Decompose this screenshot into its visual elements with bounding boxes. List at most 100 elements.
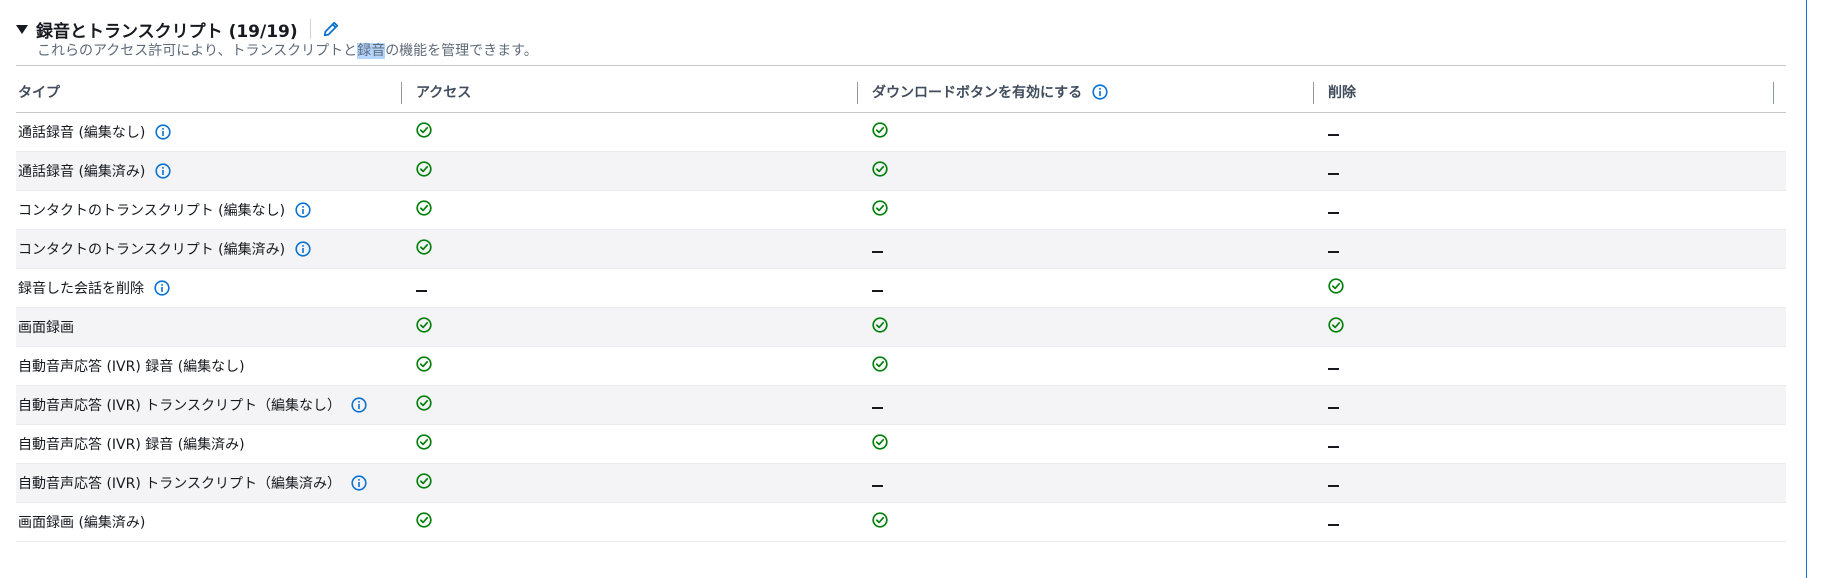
dash-icon — [872, 290, 883, 292]
cell-delete — [1326, 151, 1786, 191]
dash-icon — [1328, 251, 1339, 253]
column-header-label: 削除 — [1328, 85, 1356, 101]
caret-down-icon[interactable] — [16, 24, 28, 34]
dash-icon — [416, 290, 427, 292]
table-row: コンタクトのトランスクリプト (編集済み) — [16, 229, 1786, 269]
cell-delete — [1326, 502, 1786, 542]
cell-access — [414, 268, 870, 308]
cell-type: 録音した会話を削除 — [16, 268, 414, 308]
info-icon[interactable] — [155, 124, 171, 140]
dash-icon — [872, 251, 883, 253]
status-positive-icon — [416, 395, 432, 411]
cell-access — [414, 463, 870, 503]
info-icon[interactable] — [154, 280, 170, 296]
status-positive-icon — [416, 239, 432, 255]
cell-delete — [1326, 424, 1786, 464]
row-type-label: 自動音声応答 (IVR) 録音 (編集なし) — [18, 359, 245, 375]
cell-download — [870, 502, 1326, 542]
info-icon[interactable] — [155, 163, 171, 179]
section-title[interactable]: 録音とトランスクリプト (19/19) — [36, 17, 298, 42]
column-header-download: ダウンロードボタンを有効にする — [870, 72, 1326, 113]
dash-icon — [1328, 446, 1339, 448]
column-resize-handle[interactable] — [1313, 82, 1314, 104]
column-header-label: タイプ — [18, 85, 60, 101]
cell-access — [414, 151, 870, 191]
status-positive-icon — [416, 200, 432, 216]
status-positive-icon — [872, 161, 888, 177]
cell-delete — [1326, 190, 1786, 230]
status-positive-icon — [416, 434, 432, 450]
dash-icon — [1328, 212, 1339, 214]
cell-type: コンタクトのトランスクリプト (編集済み) — [16, 229, 414, 269]
column-header-type: タイプ — [16, 72, 414, 113]
cell-access — [414, 307, 870, 347]
row-type-label: 画面録画 (編集済み) — [18, 515, 146, 531]
cell-type: コンタクトのトランスクリプト (編集なし) — [16, 190, 414, 230]
cell-delete — [1326, 229, 1786, 269]
scroll-edge-divider — [1806, 0, 1828, 578]
description-text-before: これらのアクセス許可により、トランスクリプトと — [37, 43, 358, 59]
section-divider — [16, 65, 1786, 66]
cell-type: 自動音声応答 (IVR) 録音 (編集済み) — [16, 424, 414, 464]
cell-download — [870, 151, 1326, 191]
cell-delete — [1326, 346, 1786, 386]
cell-download — [870, 424, 1326, 464]
cell-type: 通話録音 (編集なし) — [16, 112, 414, 152]
permissions-panel: 録音とトランスクリプト (19/19) これらのアクセス許可により、トランスクリ… — [0, 0, 1805, 578]
row-type-label: 自動音声応答 (IVR) トランスクリプト（編集済み） — [18, 476, 341, 492]
description-text-after: の機能を管理できます。 — [385, 43, 538, 59]
table-header-row: タイプ アクセス ダウンロードボタンを有効にする 削除 — [16, 72, 1786, 113]
cell-download — [870, 112, 1326, 152]
cell-access — [414, 112, 870, 152]
column-header-label: ダウンロードボタンを有効にする — [872, 85, 1083, 101]
row-type-label: 通話録音 (編集なし) — [18, 125, 146, 141]
status-positive-icon — [416, 356, 432, 372]
status-positive-icon — [872, 317, 888, 333]
status-positive-icon — [872, 356, 888, 372]
column-resize-handle[interactable] — [401, 82, 402, 104]
cell-download — [870, 346, 1326, 386]
status-positive-icon — [872, 512, 888, 528]
status-positive-icon — [872, 434, 888, 450]
cell-delete — [1326, 112, 1786, 152]
status-positive-icon — [872, 122, 888, 138]
row-type-label: 自動音声応答 (IVR) トランスクリプト（編集なし） — [18, 398, 341, 414]
cell-type: 自動音声応答 (IVR) 録音 (編集なし) — [16, 346, 414, 386]
cell-delete — [1326, 463, 1786, 503]
status-positive-icon — [416, 161, 432, 177]
column-resize-handle[interactable] — [857, 82, 858, 104]
dash-icon — [1328, 368, 1339, 370]
info-icon[interactable] — [351, 397, 367, 413]
dash-icon — [1328, 173, 1339, 175]
info-icon[interactable] — [295, 202, 311, 218]
cell-delete — [1326, 385, 1786, 425]
cell-type: 自動音声応答 (IVR) トランスクリプト（編集済み） — [16, 463, 414, 503]
column-header-label: アクセス — [416, 85, 472, 101]
cell-type: 自動音声応答 (IVR) トランスクリプト（編集なし） — [16, 385, 414, 425]
cell-access — [414, 385, 870, 425]
info-icon[interactable] — [1092, 84, 1108, 100]
cell-access — [414, 190, 870, 230]
cell-download — [870, 190, 1326, 230]
status-positive-icon — [1328, 317, 1344, 333]
row-type-label: 録音した会話を削除 — [18, 281, 144, 297]
status-positive-icon — [416, 512, 432, 528]
table-row: 録音した会話を削除 — [16, 268, 1786, 308]
column-resize-handle[interactable] — [1773, 82, 1774, 104]
column-header-delete: 削除 — [1326, 72, 1786, 113]
info-icon[interactable] — [351, 475, 367, 491]
dash-icon — [1328, 524, 1339, 526]
table-row: 画面録画 (編集済み) — [16, 502, 1786, 542]
table-row: 自動音声応答 (IVR) トランスクリプト（編集なし） — [16, 385, 1786, 425]
cell-access — [414, 502, 870, 542]
row-type-label: コンタクトのトランスクリプト (編集済み) — [18, 242, 286, 258]
table-row: 自動音声応答 (IVR) トランスクリプト（編集済み） — [16, 463, 1786, 503]
status-positive-icon — [872, 200, 888, 216]
cell-delete — [1326, 268, 1786, 308]
status-positive-icon — [416, 317, 432, 333]
cell-download — [870, 229, 1326, 269]
info-icon[interactable] — [295, 241, 311, 257]
row-type-label: 自動音声応答 (IVR) 録音 (編集済み) — [18, 437, 245, 453]
pencil-icon[interactable] — [323, 20, 341, 38]
cell-download — [870, 268, 1326, 308]
